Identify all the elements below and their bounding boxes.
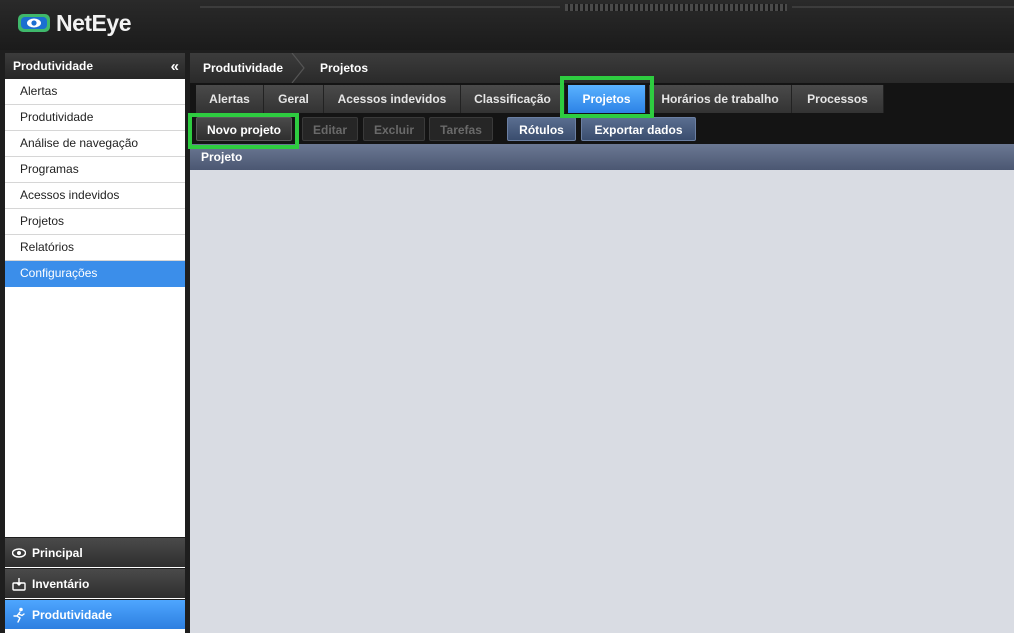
section-label: Principal: [32, 545, 83, 560]
tasks-button[interactable]: Tarefas: [429, 117, 493, 141]
breadcrumb-separator-icon: [290, 52, 306, 86]
edit-button[interactable]: Editar: [302, 117, 358, 141]
new-project-button[interactable]: Novo projeto: [196, 117, 292, 141]
header-decoration: [200, 6, 560, 8]
sidebar-item-alertas[interactable]: Alertas: [5, 79, 185, 105]
tab-acessos-indevidos[interactable]: Acessos indevidos: [324, 85, 461, 113]
breadcrumb-item[interactable]: Produtividade: [203, 53, 283, 83]
column-header-projeto[interactable]: Projeto: [190, 144, 1014, 170]
running-person-icon: [12, 607, 26, 623]
sidebar-item-acessos-indevidos[interactable]: Acessos indevidos: [5, 183, 185, 209]
inbox-icon: [12, 577, 26, 591]
app-logo: NetEye: [18, 9, 131, 37]
breadcrumb-item: Projetos: [320, 61, 369, 75]
tab-processos[interactable]: Processos: [792, 85, 884, 113]
app-header: NetEye: [0, 0, 1014, 50]
main-panel: Produtividade Projetos Alertas Geral Ace…: [188, 52, 1014, 633]
eye-icon: [12, 547, 26, 558]
section-principal[interactable]: Principal: [5, 537, 185, 567]
section-inventario[interactable]: Inventário: [5, 568, 185, 598]
breadcrumb: Produtividade Projetos: [190, 52, 1014, 86]
header-pattern: [565, 4, 787, 11]
delete-button[interactable]: Excluir: [363, 117, 425, 141]
section-label: Inventário: [32, 576, 90, 591]
section-produtividade[interactable]: Produtividade: [5, 599, 185, 629]
tab-projetos[interactable]: Projetos: [568, 85, 646, 113]
header-decoration: [792, 6, 1014, 8]
tab-horarios-de-trabalho[interactable]: Horários de trabalho: [649, 85, 792, 113]
tab-bar: Alertas Geral Acessos indevidos Classifi…: [190, 83, 1014, 115]
tab-classificacao[interactable]: Classificação: [461, 85, 565, 113]
tab-geral[interactable]: Geral: [264, 85, 324, 113]
projects-grid-body: [190, 170, 1014, 633]
sidebar-item-relatorios[interactable]: Relatórios: [5, 235, 185, 261]
sidebar-item-analise-de-navegacao[interactable]: Análise de navegação: [5, 131, 185, 157]
eye-logo-icon: [18, 12, 50, 34]
sidebar-title: Produtividade: [13, 59, 94, 73]
sidebar-item-programas[interactable]: Programas: [5, 157, 185, 183]
export-data-button[interactable]: Exportar dados: [581, 117, 696, 141]
section-label: Produtividade: [32, 607, 113, 622]
sidebar-header: Produtividade «: [5, 53, 185, 79]
double-chevron-left-icon[interactable]: «: [171, 59, 179, 74]
labels-button[interactable]: Rótulos: [507, 117, 576, 141]
sidebar-item-configuracoes[interactable]: Configurações: [5, 261, 185, 287]
sidebar-item-projetos[interactable]: Projetos: [5, 209, 185, 235]
toolbar: Novo projeto Editar Excluir Tarefas Rótu…: [190, 115, 1014, 144]
tab-alertas[interactable]: Alertas: [196, 85, 264, 113]
app-name: NetEye: [56, 9, 131, 36]
sidebar-item-produtividade[interactable]: Produtividade: [5, 105, 185, 131]
sidebar: Produtividade « Alertas Produtividade An…: [5, 53, 185, 633]
